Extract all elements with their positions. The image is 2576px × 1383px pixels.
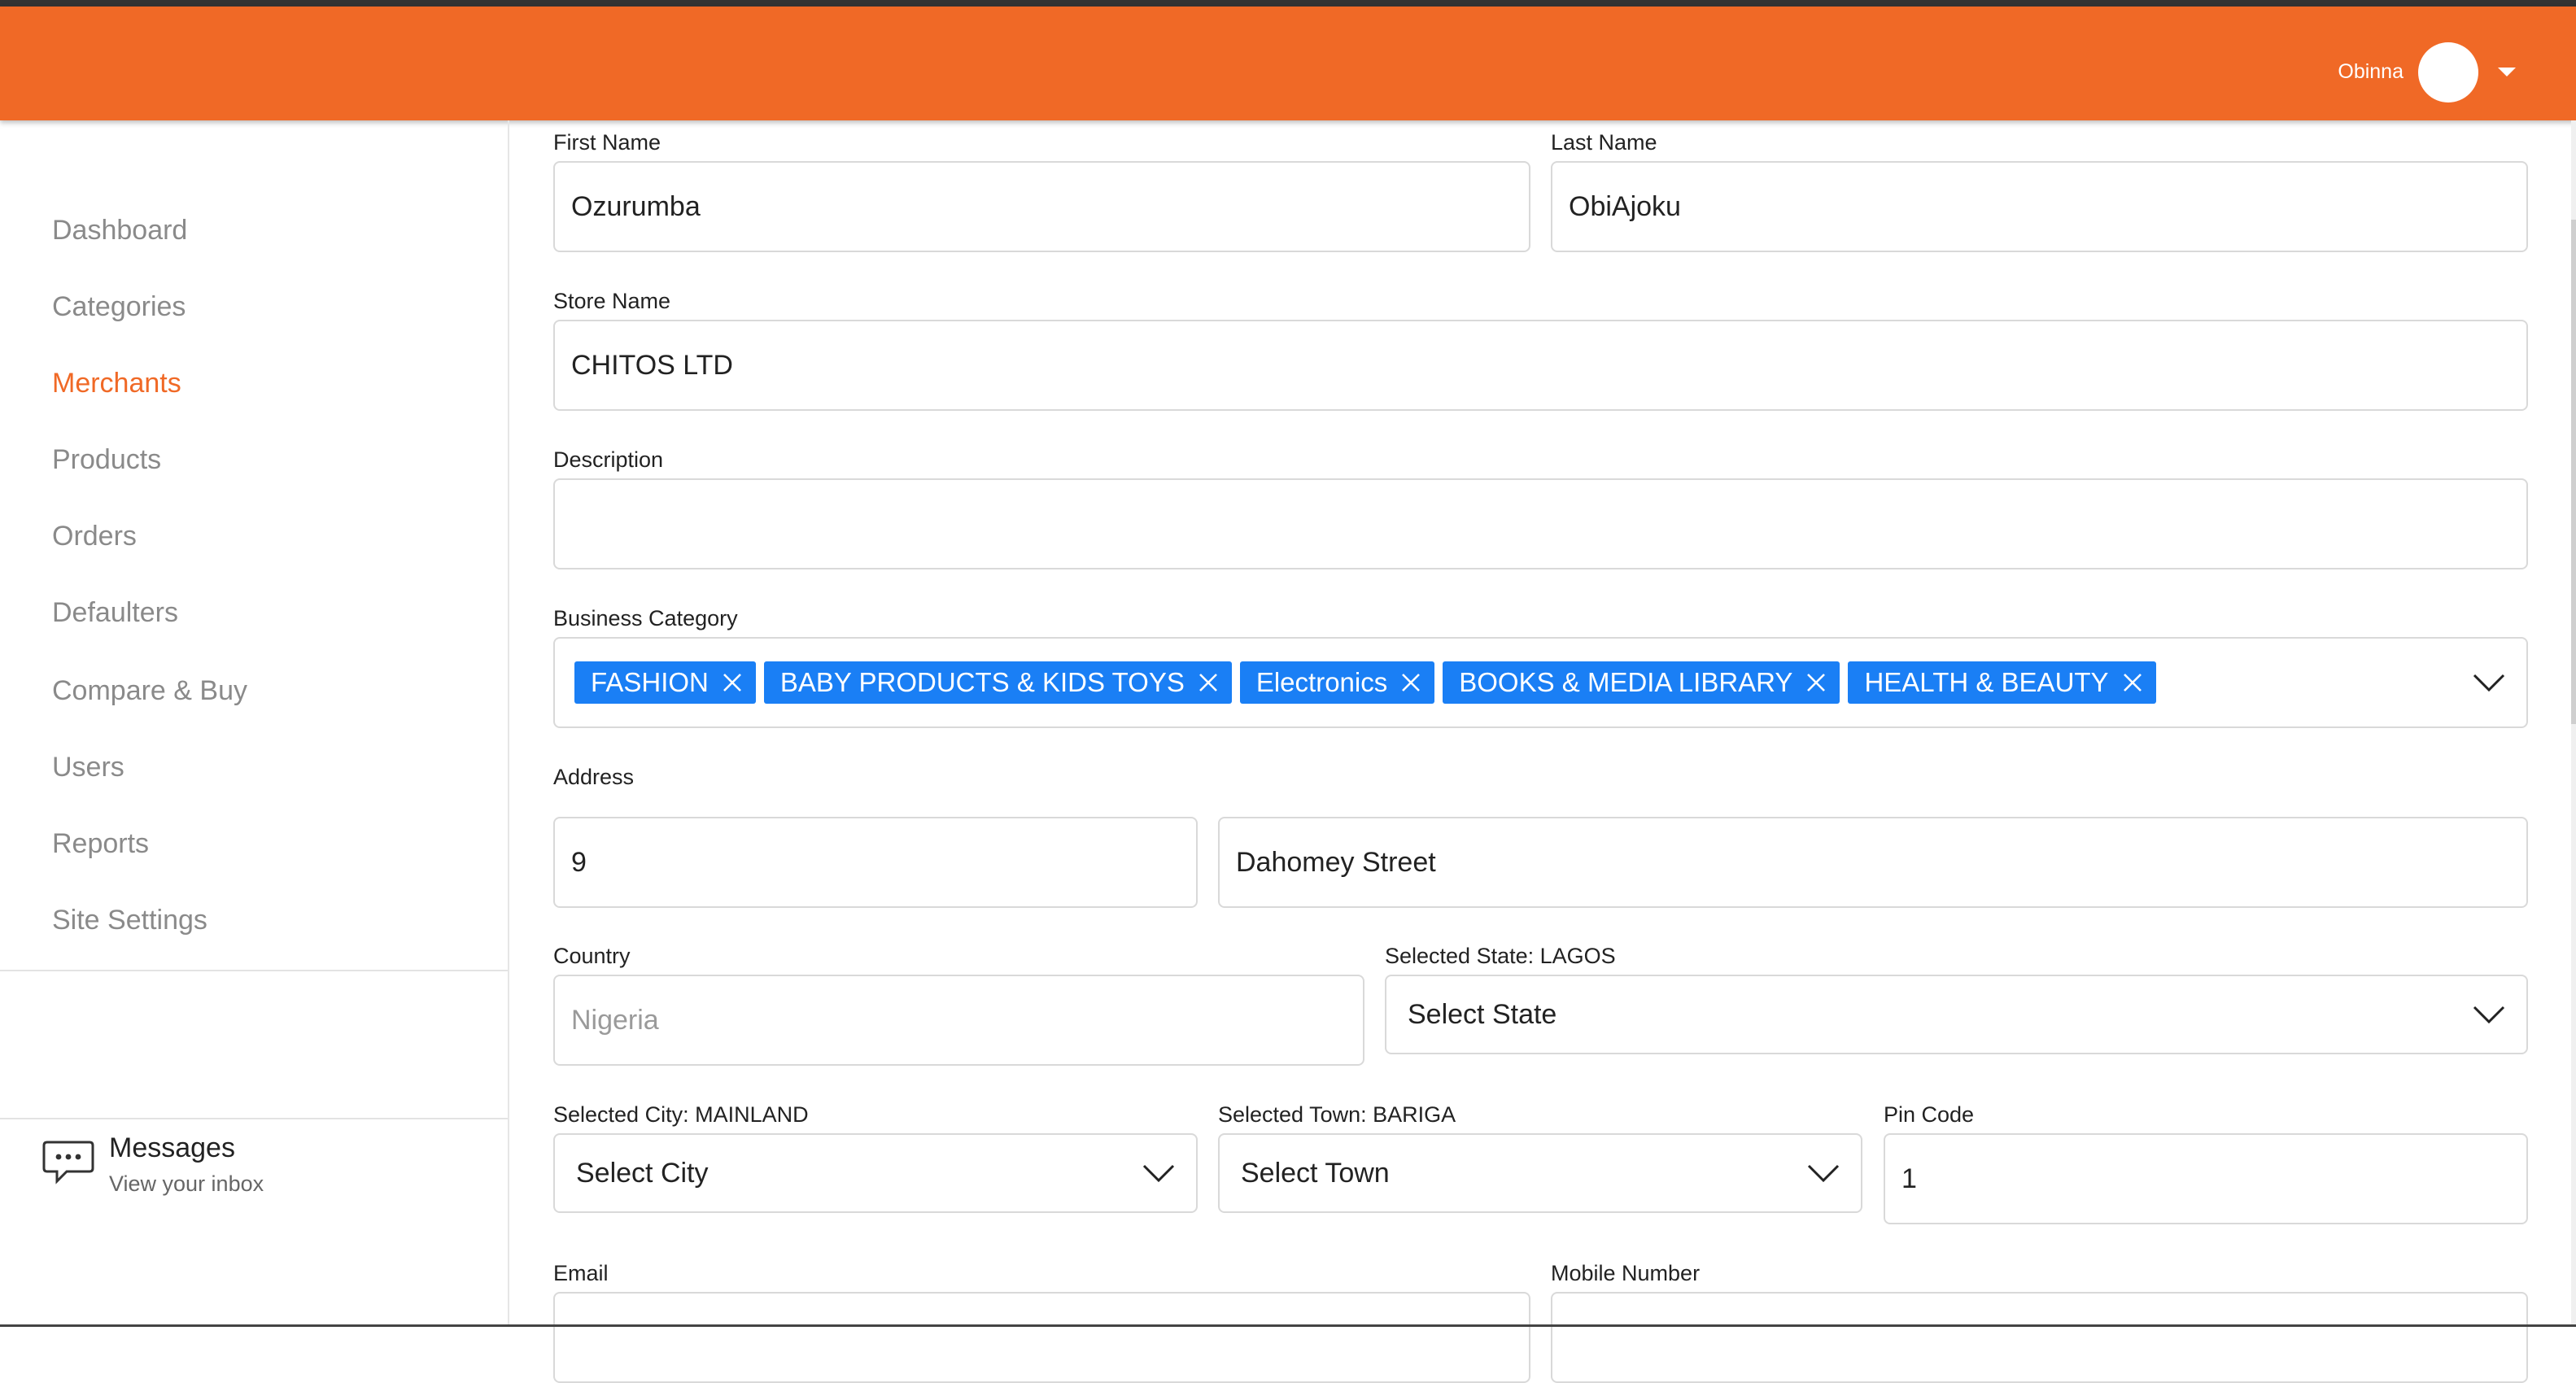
email-label: Email (553, 1261, 609, 1285)
chip-label: Electronics (1255, 667, 1388, 697)
state-label: Selected State: LAGOS (1385, 944, 1616, 968)
store-name-label: Store Name (553, 289, 671, 313)
town-select-value: Select Town (1241, 1157, 1390, 1189)
close-icon[interactable] (1400, 672, 1421, 693)
sidebar-item-defaulters[interactable]: Defaulters (52, 597, 178, 629)
chevron-down-icon[interactable] (2471, 665, 2507, 700)
chip-label: FASHION (591, 667, 709, 697)
business-category-select[interactable]: FASHION BABY PRODUCTS & KIDS TOYS Electr… (553, 637, 2528, 728)
country-label: Country (553, 944, 631, 968)
caret-down-icon[interactable] (2498, 68, 2516, 76)
address-street-field[interactable]: Dahomey Street (1218, 817, 2528, 908)
sidebar-item-site-settings[interactable]: Site Settings (52, 905, 207, 936)
state-select-value: Select State (1408, 998, 1557, 1030)
description-label: Description (553, 447, 664, 472)
store-name-field[interactable]: CHITOS LTD (553, 320, 2528, 411)
address-number-value: 9 (571, 846, 587, 878)
last-name-label: Last Name (1551, 130, 1657, 155)
city-select-value: Select City (576, 1157, 709, 1189)
city-select[interactable]: Select City (553, 1133, 1198, 1213)
user-avatar[interactable] (2418, 42, 2478, 103)
city-label: Selected City: MAINLAND (553, 1102, 809, 1127)
sidebar-item-orders[interactable]: Orders (52, 521, 137, 552)
town-label: Selected Town: BARIGA (1218, 1102, 1456, 1127)
category-chip: BOOKS & MEDIA LIBRARY (1443, 661, 1840, 704)
close-icon[interactable] (2122, 672, 2143, 693)
mobile-label: Mobile Number (1551, 1261, 1701, 1285)
first-name-value: Ozurumba (571, 190, 701, 222)
category-chip: FASHION (574, 661, 756, 704)
category-chip-list: FASHION BABY PRODUCTS & KIDS TOYS Electr… (574, 661, 2156, 704)
sidebar-item-compare-buy[interactable]: Compare & Buy (52, 675, 247, 707)
first-name-label: First Name (553, 130, 661, 155)
top-header: Obinna (0, 7, 2576, 120)
sidebar-divider-bottom (0, 1118, 508, 1119)
chip-label: BABY PRODUCTS & KIDS TOYS (779, 667, 1185, 697)
user-name[interactable]: Obinna (2338, 60, 2404, 84)
address-label: Address (553, 765, 635, 789)
description-field[interactable] (553, 478, 2528, 569)
close-icon[interactable] (1198, 672, 1219, 693)
close-icon[interactable] (1805, 672, 1827, 693)
store-name-value: CHITOS LTD (571, 349, 733, 381)
state-select[interactable]: Select State (1385, 975, 2528, 1054)
sidebar-item-categories[interactable]: Categories (52, 291, 186, 323)
address-street-value: Dahomey Street (1236, 846, 1436, 878)
chat-bubble-icon (42, 1141, 94, 1184)
scrollbar-thumb[interactable] (2571, 220, 2576, 724)
bottom-edge (0, 1324, 2576, 1327)
sidebar-item-dashboard[interactable]: Dashboard (52, 215, 187, 246)
pin-code-field[interactable]: 1 (1884, 1133, 2528, 1224)
first-name-field[interactable]: Ozurumba (553, 161, 1530, 252)
pin-code-value: 1 (1901, 1163, 1917, 1194)
category-chip: Electronics (1239, 661, 1435, 704)
category-chip: HEALTH & BEAUTY (1848, 661, 2156, 704)
sidebar-item-products[interactable]: Products (52, 444, 161, 476)
close-icon[interactable] (722, 672, 743, 693)
window-top-strip (0, 0, 2576, 7)
town-select[interactable]: Select Town (1218, 1133, 1862, 1213)
sidebar-item-merchants[interactable]: Merchants (52, 368, 181, 399)
country-value: Nigeria (571, 1004, 659, 1036)
address-number-field[interactable]: 9 (553, 817, 1198, 908)
chip-label: HEALTH & BEAUTY (1864, 667, 2109, 697)
category-chip: BABY PRODUCTS & KIDS TOYS (763, 661, 1232, 704)
email-field[interactable] (553, 1292, 1530, 1383)
messages-subtitle: View your inbox (109, 1171, 264, 1196)
business-category-label: Business Category (553, 606, 738, 630)
country-field: Nigeria (553, 975, 1364, 1066)
sidebar: Dashboard Categories Merchants Products … (0, 120, 509, 1326)
sidebar-divider (0, 970, 508, 971)
chevron-down-icon (2473, 1006, 2505, 1024)
sidebar-item-reports[interactable]: Reports (52, 828, 149, 860)
last-name-field[interactable]: ObiAjoku (1551, 161, 2528, 252)
pin-code-label: Pin Code (1884, 1102, 1975, 1127)
messages-title: Messages (109, 1132, 235, 1163)
mobile-field[interactable] (1551, 1292, 2528, 1383)
sidebar-item-users[interactable]: Users (52, 752, 124, 783)
chevron-down-icon (1142, 1164, 1175, 1183)
chip-label: BOOKS & MEDIA LIBRARY (1459, 667, 1793, 697)
last-name-value: ObiAjoku (1569, 190, 1681, 222)
chevron-down-icon (1807, 1164, 1840, 1183)
